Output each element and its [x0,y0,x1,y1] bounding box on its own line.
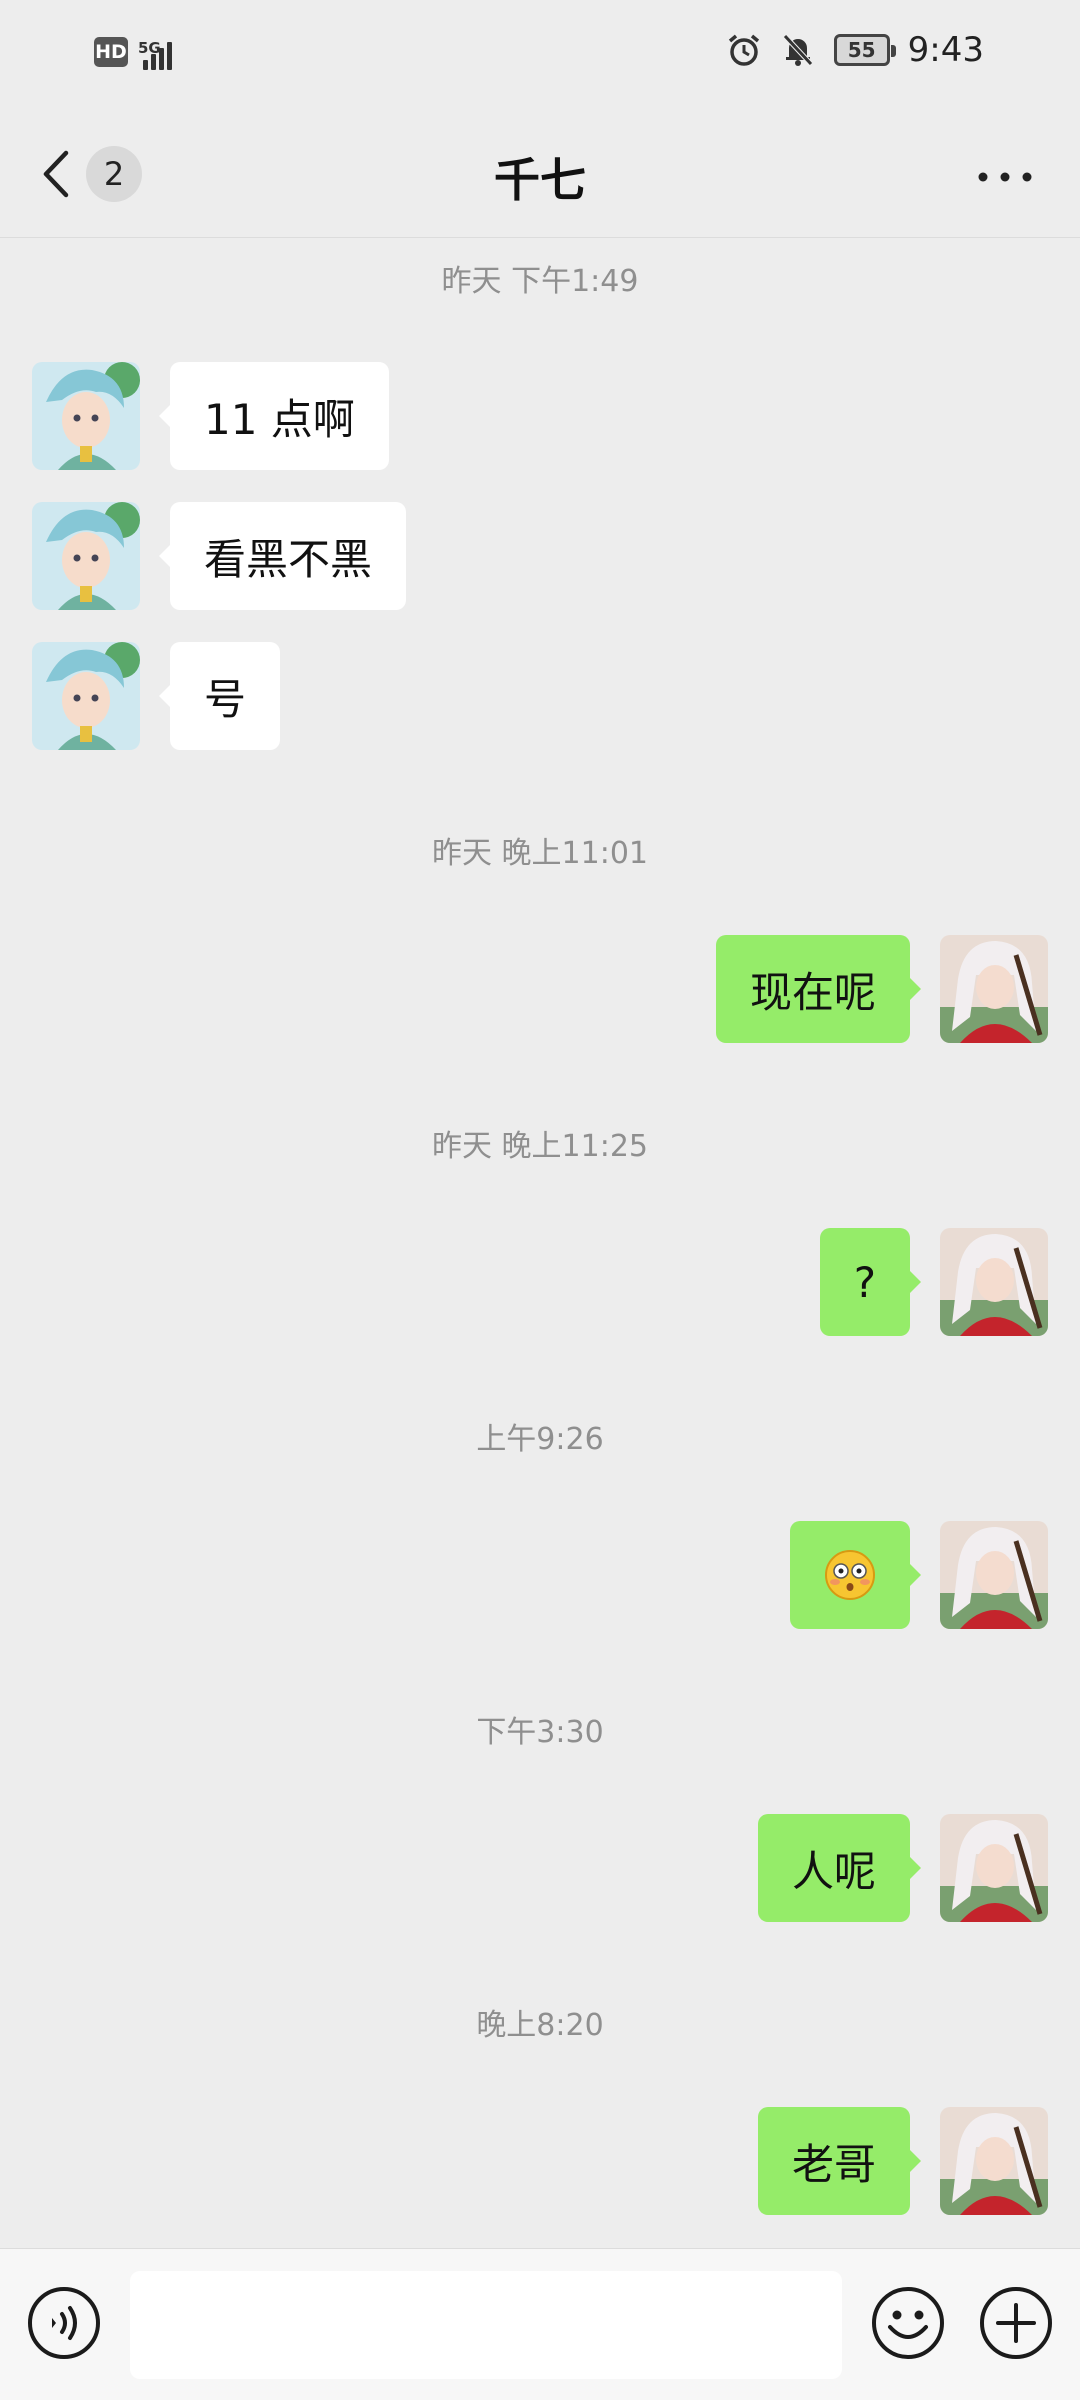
message-text: ? [853,1257,876,1307]
contact-avatar[interactable] [32,362,140,470]
timestamp: 上午9:26 [476,1422,604,1457]
more-options-button[interactable] [970,152,1040,202]
flushed-face-emoji-icon [825,1550,875,1600]
hd-icon: HD [94,37,128,67]
battery-icon: 55 [833,34,896,66]
outgoing-message[interactable] [790,1521,921,1629]
alarm-icon [728,34,759,66]
outgoing-message[interactable]: 人呢 [757,1814,922,1922]
message-text: 现在呢 [749,967,876,1017]
timestamp: 昨天 下午1:49 [441,264,639,299]
my-avatar[interactable] [940,935,1048,1043]
outgoing-message[interactable]: 老哥 [757,2107,922,2215]
incoming-message[interactable]: 看黑不黑 [158,502,407,610]
message-input[interactable] [130,2271,842,2379]
incoming-message[interactable]: 11 点啊 [159,362,389,470]
timestamp: 晚上8:20 [476,2008,604,2043]
timestamp: 昨天 晚上11:01 [432,836,648,871]
emoji-icon [872,2287,944,2359]
status-right: 55 9:43 [726,30,984,70]
input-bar [0,2248,1080,2400]
more-functions-button[interactable] [978,2285,1054,2361]
voice-button[interactable] [26,2285,102,2361]
signal-icon: 5G [138,34,172,70]
chat-title: 千七 [494,153,586,207]
outgoing-message[interactable]: 现在呢 [715,935,922,1043]
my-avatar[interactable] [940,2107,1048,2215]
timestamp: 昨天 晚上11:25 [432,1129,648,1164]
mute-icon [782,34,813,66]
plus-icon [980,2287,1052,2359]
contact-avatar[interactable] [32,502,140,610]
message-list[interactable]: 昨天 下午1:49 11 点啊 看黑不黑 号 昨天 晚上11:01 现在呢 昨天… [0,238,1080,2248]
outgoing-message[interactable]: ? [819,1228,922,1336]
more-icon [978,172,1032,182]
my-avatar[interactable] [940,1228,1048,1336]
timestamp: 下午3:30 [476,1715,604,1750]
voice-icon [28,2287,100,2359]
status-time: 9:43 [907,30,984,70]
incoming-message[interactable]: 号 [158,642,281,750]
contact-avatar[interactable] [32,642,140,750]
message-text: 11 点啊 [204,394,355,444]
my-avatar[interactable] [940,1814,1048,1922]
message-text: 老哥 [791,2139,876,2189]
chat-header: 2 千七 [0,110,1080,238]
message-text: 人呢 [791,1846,876,1896]
message-text: 号 [204,674,247,724]
emoji-button[interactable] [870,2285,946,2361]
message-text: 看黑不黑 [204,534,373,584]
status-left: HD 5G [94,34,172,70]
status-bar: HD 5G 55 9:43 [0,0,1080,110]
my-avatar[interactable] [940,1521,1048,1629]
